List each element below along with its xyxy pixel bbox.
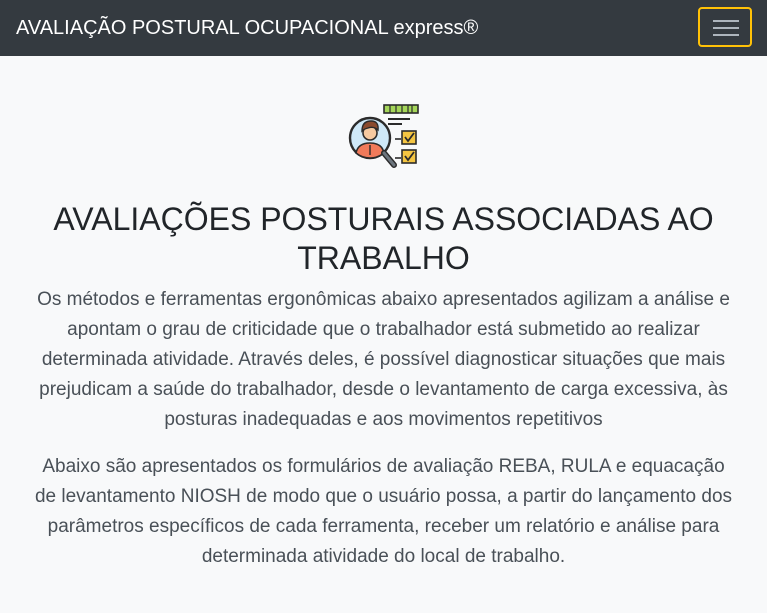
navbar-brand[interactable]: AVALIAÇÃO POSTURAL OCUPACIONAL express® (16, 0, 478, 56)
page-title: AVALIAÇÕES POSTURAIS ASSOCIADAS AO TRABA… (53, 201, 714, 276)
forms-description-paragraph: Abaixo são apresentados os formulários d… (34, 456, 733, 567)
top-navbar: AVALIAÇÃO POSTURAL OCUPACIONAL express® (0, 0, 767, 56)
ergonomic-assessment-icon (348, 104, 419, 168)
intro-paragraph: Os métodos e ferramentas ergonômicas aba… (37, 289, 730, 430)
navbar-toggle-button[interactable] (698, 7, 752, 47)
hamburger-menu-icon (713, 19, 739, 37)
